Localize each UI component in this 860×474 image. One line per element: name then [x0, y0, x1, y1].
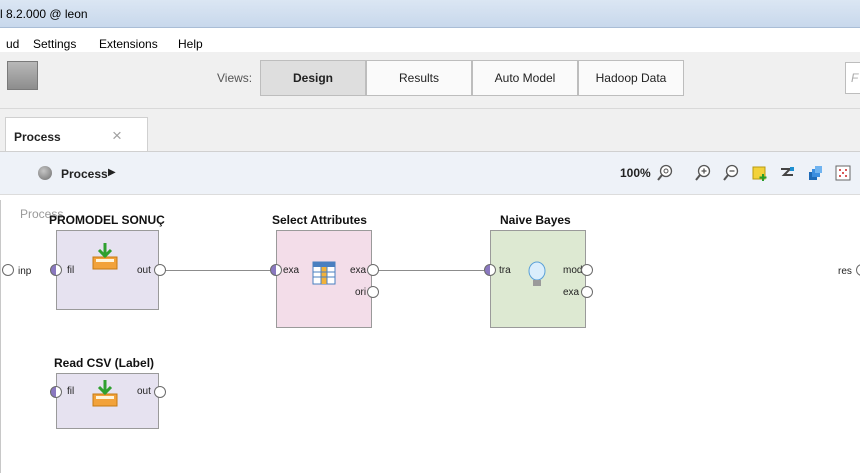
port-select-in[interactable]	[270, 264, 282, 276]
tab-process[interactable]: Process ×	[5, 117, 148, 152]
port-label-exa-in: exa	[283, 265, 300, 276]
port-label-exa-out: exa	[350, 265, 367, 276]
title-bar: l 8.2.000 @ leon	[0, 0, 860, 28]
operator-naive-bayes[interactable]: tra mod exa	[490, 230, 586, 328]
port-label-fil: fil	[67, 265, 75, 276]
app-logo-button[interactable]	[7, 61, 38, 90]
arrange-operators-icon[interactable]	[806, 164, 824, 182]
tab-process-label: Process	[14, 130, 61, 144]
port-promodel-out[interactable]	[154, 264, 166, 276]
close-icon[interactable]: ×	[112, 126, 122, 146]
menu-help[interactable]: Help	[178, 37, 203, 51]
port-select-out-ori[interactable]	[367, 286, 379, 298]
read-data-icon	[92, 380, 118, 407]
operator-title-naive-bayes: Naive Bayes	[500, 213, 571, 227]
grid-icon[interactable]	[834, 164, 852, 182]
port-promodel-in[interactable]	[50, 264, 62, 276]
add-note-icon[interactable]	[751, 164, 769, 182]
menu-settings[interactable]: Settings	[33, 37, 76, 51]
port-label-out: out	[137, 265, 151, 276]
zoom-out-icon[interactable]	[722, 164, 740, 182]
breadcrumb[interactable]: Process	[61, 167, 108, 181]
port-label-mod: mod	[563, 265, 583, 276]
view-tab-auto-model[interactable]: Auto Model	[472, 60, 578, 96]
menu-bar: ud Settings Extensions Help	[0, 28, 860, 51]
canvas-left-border	[0, 200, 1, 473]
port-read-csv-out[interactable]	[154, 386, 166, 398]
table-icon	[312, 261, 336, 285]
process-icon	[38, 166, 52, 180]
port-bayes-out-mod[interactable]	[581, 264, 593, 276]
lightbulb-icon	[528, 261, 546, 286]
menu-extensions[interactable]: Extensions	[99, 37, 158, 51]
chevron-right-icon[interactable]: ▶	[108, 167, 116, 178]
wire-promodel-to-select[interactable]	[164, 270, 270, 271]
operator-title-promodel: PROMODEL SONUÇ	[49, 213, 165, 227]
operator-title-read-csv: Read CSV (Label)	[54, 356, 155, 370]
operator-select-attributes[interactable]: exa exa ori	[276, 230, 372, 328]
wire-select-to-bayes[interactable]	[376, 270, 484, 271]
port-select-out-exa[interactable]	[367, 264, 379, 276]
view-tab-hadoop-data[interactable]: Hadoop Data	[578, 60, 684, 96]
read-data-icon	[92, 243, 118, 270]
port-label-ori: ori	[355, 287, 367, 298]
port-label-tra: tra	[499, 265, 511, 276]
process-input-label: inp	[18, 266, 32, 277]
operator-read-csv[interactable]: fil out	[56, 373, 159, 429]
search-input[interactable]: F	[845, 62, 860, 94]
port-bayes-out-exa[interactable]	[581, 286, 593, 298]
operator-title-select-attributes: Select Attributes	[272, 213, 367, 227]
zoom-reset-icon[interactable]	[656, 164, 674, 182]
port-bayes-in[interactable]	[484, 264, 496, 276]
window-title: l 8.2.000 @ leon	[0, 7, 88, 21]
zoom-in-icon[interactable]	[694, 164, 712, 182]
port-label-fil: fil	[67, 386, 75, 397]
port-label-exa: exa	[563, 287, 580, 298]
view-tab-design[interactable]: Design	[260, 60, 366, 96]
operator-promodel[interactable]: fil out	[56, 230, 159, 310]
port-read-csv-in[interactable]	[50, 386, 62, 398]
view-tab-results[interactable]: Results	[366, 60, 472, 96]
port-label-out: out	[137, 386, 151, 397]
views-label: Views:	[217, 71, 253, 85]
process-input-port[interactable]	[2, 264, 14, 276]
auto-wire-icon[interactable]	[778, 164, 796, 182]
zoom-level: 100%	[620, 166, 651, 180]
menu-cloud[interactable]: ud	[6, 37, 19, 51]
process-output-label: res	[838, 266, 852, 277]
